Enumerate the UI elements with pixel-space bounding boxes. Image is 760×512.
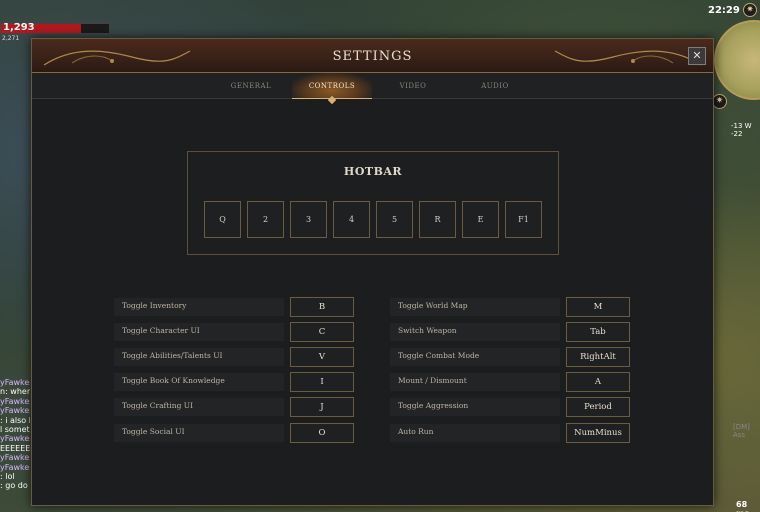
settings-titlebar: SETTINGS ✕	[32, 39, 713, 73]
tab-general[interactable]: GENERAL	[211, 73, 291, 99]
binding-key-button[interactable]: V	[290, 347, 354, 367]
binding-action-label: Toggle Abilities/Talents UI	[122, 351, 223, 360]
binding-key-button[interactable]: C	[290, 322, 354, 342]
binding-key-button[interactable]: B	[290, 297, 354, 317]
minimap-compass-icon[interactable]: ✷	[712, 94, 727, 109]
tab-controls[interactable]: CONTROLS	[292, 73, 372, 99]
chat-line: : lol	[0, 472, 15, 482]
chat-line: : go do s	[0, 481, 30, 491]
chat-line: : i also h	[0, 415, 30, 425]
chat-line: yFawkes	[0, 453, 30, 463]
binding-action-label: Toggle Combat Mode	[398, 351, 480, 360]
map-coordinates: -13 W -22	[731, 122, 752, 138]
hotbar-slot-5-key[interactable]: 5	[376, 201, 413, 238]
compass-sun-icon: ✷	[743, 3, 757, 17]
tab-audio[interactable]: AUDIO	[455, 73, 535, 99]
binding-action-label: Toggle World Map	[398, 301, 468, 310]
hotbar-slot-7-key[interactable]: E	[462, 201, 499, 238]
settings-title: SETTINGS	[332, 49, 413, 64]
binding-action-label: Toggle Social UI	[122, 427, 185, 436]
hotbar-slot-2-key[interactable]: 2	[247, 201, 284, 238]
chat-line: yFawkes	[0, 396, 30, 406]
binding-action-label: Mount / Dismount	[398, 376, 467, 385]
settings-tabs: GENERAL CONTROLS VIDEO AUDIO	[32, 73, 713, 99]
hotbar-slot-4-key[interactable]: 4	[333, 201, 370, 238]
hotbar-slot-6-key[interactable]: R	[419, 201, 456, 238]
binding-key-button[interactable]: Tab	[566, 322, 630, 342]
hotbar-title: HOTBAR	[343, 165, 403, 178]
binding-key-button[interactable]: A	[566, 372, 630, 392]
binding-action-label: Switch Weapon	[398, 326, 457, 335]
binding-key-button[interactable]: I	[290, 372, 354, 392]
hotbar-slot-1-key[interactable]: Q	[204, 201, 241, 238]
binding-action-label: Auto Run	[398, 427, 434, 436]
binding-key-button[interactable]: J	[290, 397, 354, 417]
chat-log[interactable]: yFawkesn: whereyFawkesyFawkes: i also hl…	[0, 378, 30, 491]
binding-key-button[interactable]: Period	[566, 397, 630, 417]
hotbar-panel: HOTBAR Q 2 3 4 5 R E F1	[187, 151, 559, 255]
close-button[interactable]: ✕	[688, 47, 706, 65]
binding-key-button[interactable]: NumMinus	[566, 423, 630, 443]
health-sub-value: 2,271	[2, 35, 20, 42]
binding-action-label: Toggle Character UI	[122, 326, 200, 335]
chat-line: n: where	[0, 387, 30, 397]
ping-readout: 68 ms	[736, 500, 749, 512]
hotbar-slot-3-key[interactable]: 3	[290, 201, 327, 238]
binding-key-button[interactable]: M	[566, 297, 630, 317]
health-value: 1,293	[3, 22, 35, 33]
binding-action-label: Toggle Aggression	[398, 401, 469, 410]
clock-time: 22:29	[708, 5, 740, 16]
binding-action-label: Toggle Inventory	[122, 301, 187, 310]
binding-action-label: Toggle Book Of Knowledge	[122, 376, 225, 385]
tab-video[interactable]: VIDEO	[373, 73, 453, 99]
chat-side-note: [DM] Ass	[733, 423, 750, 439]
chat-line: l someth	[0, 425, 30, 435]
binding-key-button[interactable]: RightAlt	[566, 347, 630, 367]
settings-window: SETTINGS ✕ GENERAL CONTROLS VIDEO AUDIO …	[31, 38, 714, 506]
binding-action-label: Toggle Crafting UI	[122, 401, 194, 410]
chat-line: yFawkes	[0, 462, 30, 472]
health-bar: 1,293	[0, 22, 110, 34]
binding-key-button[interactable]: O	[290, 423, 354, 443]
hotbar-slot-8-key[interactable]: F1	[505, 201, 542, 238]
chat-line: yFawkes	[0, 434, 30, 444]
chat-line: EEEEEEE	[0, 443, 30, 453]
chat-line: yFawkes	[0, 378, 30, 387]
chat-line: yFawkes	[0, 406, 30, 416]
